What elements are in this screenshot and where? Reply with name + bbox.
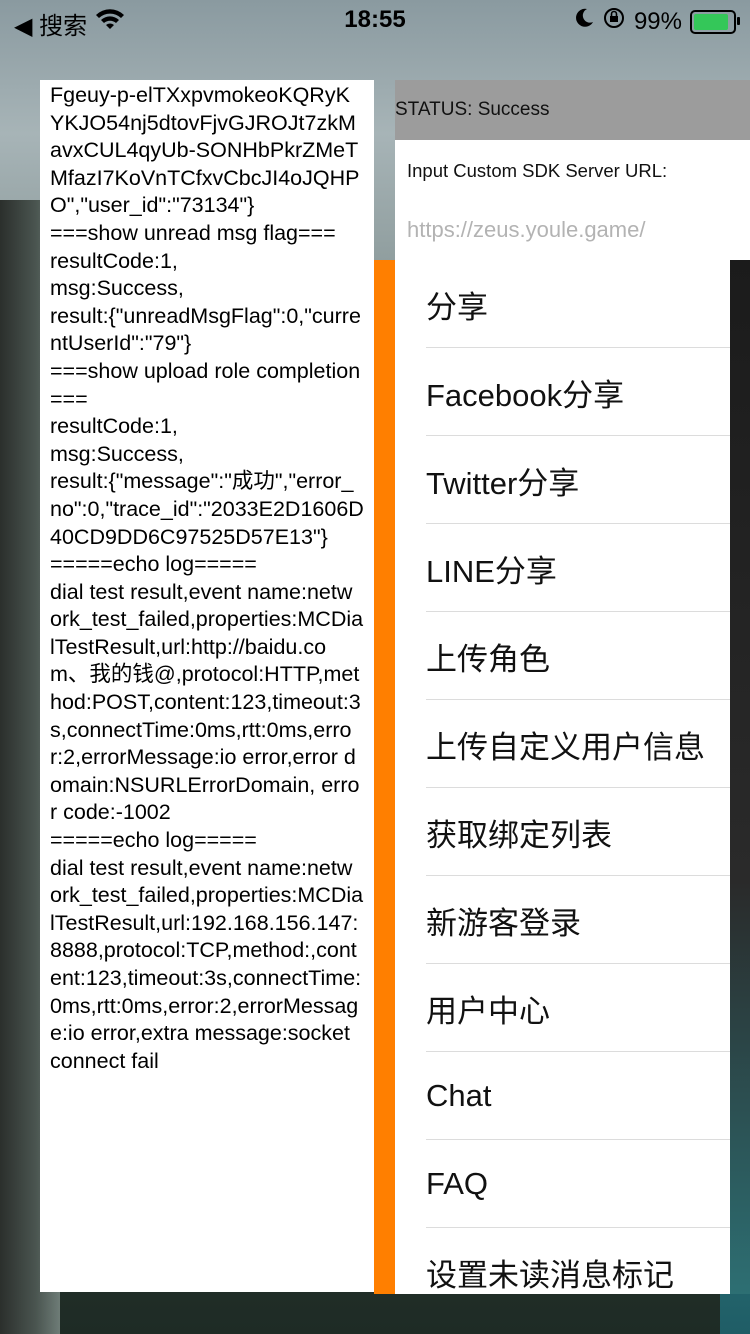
log-output-panel[interactable]: Fgeuy-p-elTXxpvmokeoKQRyKYKJO54nj5dtovFj…	[40, 80, 374, 1292]
action-menu[interactable]: 分享 Facebook分享 Twitter分享 LINE分享 上传角色 上传自定…	[395, 260, 730, 1294]
menu-edge-strip	[730, 260, 750, 1294]
accent-bar	[374, 260, 396, 1294]
menu-item-upload-role[interactable]: 上传角色	[395, 612, 730, 700]
status-bar-right: 99%	[574, 6, 740, 37]
status-text: STATUS: Success	[395, 99, 550, 120]
menu-item-line-share[interactable]: LINE分享	[395, 524, 730, 612]
menu-item-upload-custom-user-info[interactable]: 上传自定义用户信息	[395, 700, 730, 788]
moon-icon	[574, 7, 594, 36]
menu-item-user-center[interactable]: 用户中心	[395, 964, 730, 1052]
menu-item-chat[interactable]: Chat	[395, 1052, 730, 1140]
menu-item-facebook-share[interactable]: Facebook分享	[395, 348, 730, 436]
battery-percent: 99%	[633, 7, 682, 35]
status-header: STATUS: Success	[395, 80, 750, 140]
menu-item-share[interactable]: 分享	[395, 260, 730, 348]
orientation-lock-icon	[602, 6, 626, 37]
status-bar: ◀ 搜索 18:55 99%	[0, 0, 750, 40]
menu-item-twitter-share[interactable]: Twitter分享	[395, 436, 730, 524]
server-url-label: Input Custom SDK Server URL:	[407, 160, 668, 181]
server-url-input[interactable]	[405, 216, 739, 244]
battery-icon	[690, 9, 740, 34]
menu-item-new-guest-login[interactable]: 新游客登录	[395, 876, 730, 964]
log-text: Fgeuy-p-elTXxpvmokeoKQRyKYKJO54nj5dtovFj…	[50, 83, 364, 1073]
menu-item-get-binding-list[interactable]: 获取绑定列表	[395, 788, 730, 876]
server-url-section: Input Custom SDK Server URL:	[395, 140, 750, 260]
menu-item-faq[interactable]: FAQ	[395, 1140, 730, 1228]
menu-item-set-unread-flag[interactable]: 设置未读消息标记	[395, 1228, 730, 1294]
